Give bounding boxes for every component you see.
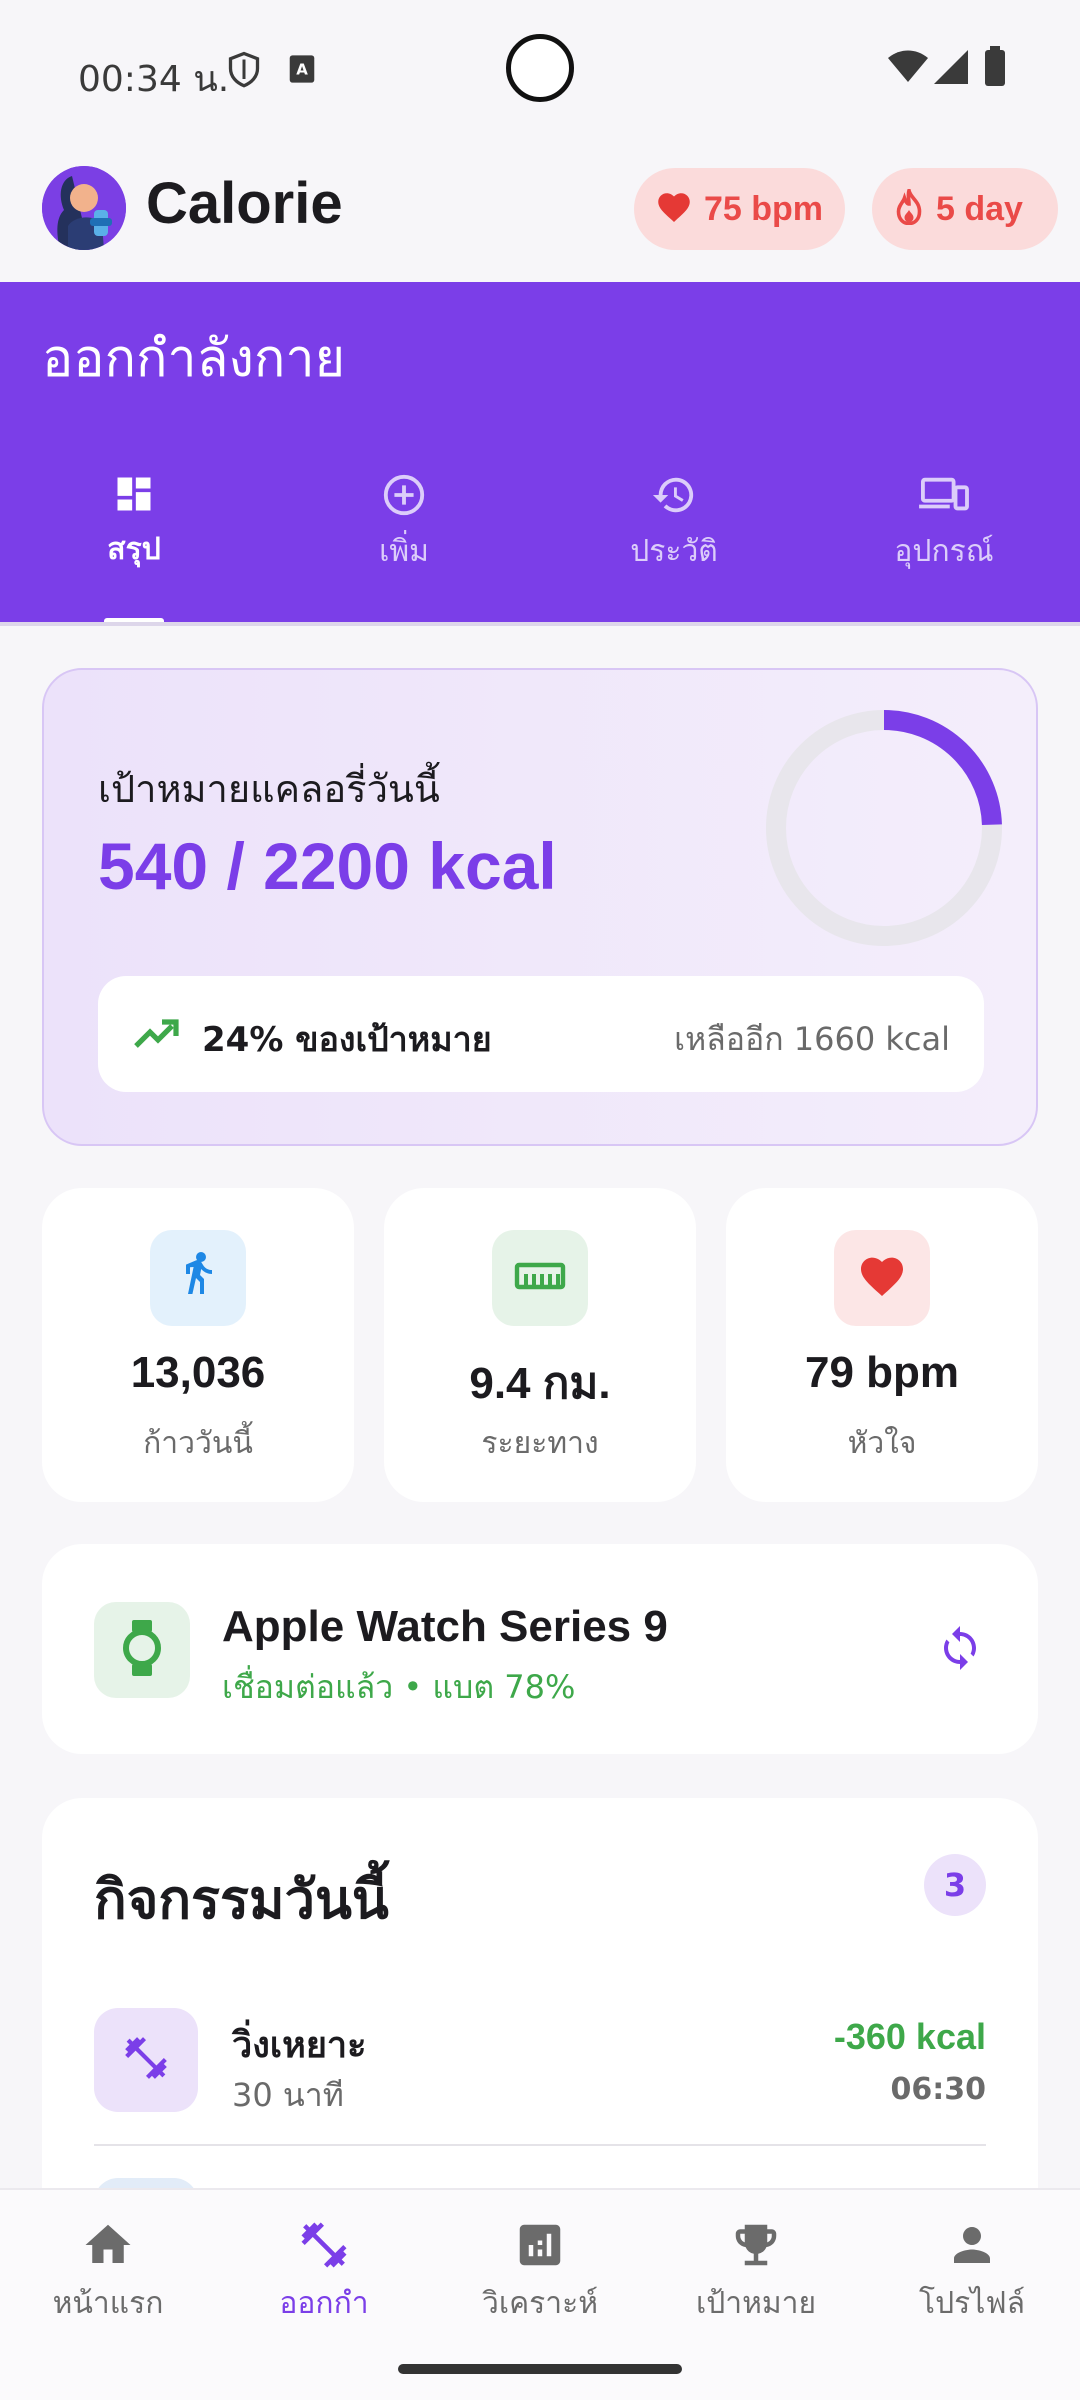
dashboard-icon: [34, 472, 234, 520]
fitness-icon: [216, 2218, 432, 2276]
nav-label: เป้าหมาย: [695, 2286, 817, 2321]
nav-label: วิเคราะห์: [481, 2286, 598, 2321]
stat-caption: ก้าววันนี้: [143, 1426, 253, 1461]
heart-badge: [834, 1230, 930, 1326]
keyboard-a-icon: A: [288, 54, 316, 88]
activity-kcal: -360 kcal: [833, 2016, 986, 2057]
nav-analytics[interactable]: วิเคราะห์: [432, 2218, 648, 2327]
history-icon: [574, 472, 774, 522]
stat-value: 13,036: [130, 1348, 266, 1397]
activity-name: วิ่งเหยาะ: [232, 2025, 367, 2066]
app-logo-avatar: [42, 166, 126, 250]
steps-badge: [150, 1230, 246, 1326]
tab-add[interactable]: เพิ่ม: [304, 472, 504, 575]
tab-history[interactable]: ประวัติ: [574, 472, 774, 575]
streak-value: 5 day: [936, 189, 1023, 228]
trending-up-icon: [132, 1014, 180, 1058]
stat-caption: ระยะทาง: [481, 1426, 599, 1461]
battery-icon: [984, 46, 1006, 90]
dumbbell-icon: [121, 2033, 171, 2087]
goal-progress-ring: [766, 710, 1002, 946]
section-header: ออกกำลังกาย สรุป เพิ่ม ประวัติ อุปกรณ์: [0, 282, 1080, 624]
tab-label: อุปกรณ์: [894, 534, 994, 569]
stat-caption: หัวใจ: [847, 1426, 917, 1461]
fire-icon: [894, 183, 924, 229]
distance-badge: [492, 1230, 588, 1326]
devices-icon: [844, 472, 1044, 522]
camera-cutout: [506, 34, 574, 102]
connected-device-card[interactable]: Apple Watch Series 9 เชื่อมต่อแล้ว • แบต…: [42, 1544, 1038, 1754]
status-bar: 00:34 น. A: [0, 0, 1080, 140]
signal-icon: [934, 50, 968, 88]
app-title: Calorie: [146, 171, 343, 236]
svg-text:A: A: [296, 60, 308, 78]
device-badge: [94, 1602, 190, 1698]
device-name: Apple Watch Series 9: [222, 1602, 668, 1651]
goal-remaining: เหลืออีก 1660 kcal: [674, 1020, 950, 1058]
nav-label: ออกกำ: [279, 2286, 369, 2321]
nav-profile[interactable]: โปรไฟล์: [864, 2218, 1080, 2327]
tab-summary[interactable]: สรุป: [34, 472, 234, 573]
calorie-goal-card[interactable]: เป้าหมายแคลอรี่วันนี้ 540 / 2200 kcal 24…: [42, 668, 1038, 1146]
stat-value: 79 bpm: [804, 1348, 960, 1397]
add-circle-icon: [304, 472, 504, 522]
home-icon: [0, 2218, 216, 2276]
analytics-icon: [432, 2218, 648, 2276]
sync-icon[interactable]: [936, 1624, 984, 1676]
stat-card-steps[interactable]: 13,036 ก้าววันนี้: [42, 1188, 354, 1502]
tab-label: เพิ่ม: [379, 534, 429, 569]
person-icon: [864, 2218, 1080, 2276]
stat-card-heart[interactable]: 79 bpm หัวใจ: [726, 1188, 1038, 1502]
page-title: ออกกำลังกาย: [42, 329, 346, 389]
watch-icon: [122, 1620, 162, 1680]
walk-icon: [174, 1250, 222, 1306]
today-activities-card: กิจกรรมวันนี้ 3 วิ่งเหยาะ 30 นาที -360 k…: [42, 1798, 1038, 2238]
nav-label: หน้าแรก: [52, 2286, 164, 2321]
heart-rate-chip[interactable]: 75 bpm: [634, 168, 846, 250]
home-indicator: [398, 2364, 682, 2374]
nav-exercise[interactable]: ออกกำ: [216, 2218, 432, 2327]
nav-label: โปรไฟล์: [919, 2286, 1025, 2321]
activity-badge: [94, 2008, 198, 2112]
heart-icon: [656, 190, 692, 228]
tab-devices[interactable]: อุปกรณ์: [844, 472, 1044, 575]
tab-label: สรุป: [107, 532, 161, 567]
heart-rate-value: 75 bpm: [704, 189, 824, 228]
app-bar: Calorie 75 bpm 5 day: [0, 140, 1080, 282]
shield-icon: [226, 50, 262, 94]
goal-percent: 24% ของเป้าหมาย: [202, 1020, 492, 1060]
header-divider: [0, 622, 1080, 626]
goal-label: เป้าหมายแคลอรี่วันนี้: [98, 767, 440, 811]
activities-count-badge: 3: [924, 1854, 986, 1916]
activity-duration: 30 นาที: [232, 2076, 344, 2114]
nav-home[interactable]: หน้าแรก: [0, 2218, 216, 2327]
stat-value: 9.4 กม.: [469, 1359, 611, 1408]
streak-chip[interactable]: 5 day: [872, 168, 1058, 250]
tab-label: ประวัติ: [630, 534, 718, 569]
goal-value: 540 / 2200 kcal: [98, 829, 557, 903]
activities-title: กิจกรรมวันนี้: [94, 1868, 389, 1931]
status-time: 00:34 น.: [78, 59, 230, 100]
ruler-icon: [514, 1261, 566, 1295]
heart-icon: [858, 1254, 906, 1302]
nav-goals[interactable]: เป้าหมาย: [648, 2218, 864, 2327]
divider: [94, 2144, 986, 2146]
stat-card-distance[interactable]: 9.4 กม. ระยะทาง: [384, 1188, 696, 1502]
activity-time: 06:30: [890, 2072, 987, 2107]
device-status: เชื่อมต่อแล้ว • แบต 78%: [222, 1668, 576, 1706]
trophy-icon: [648, 2218, 864, 2276]
goal-progress-row: 24% ของเป้าหมาย เหลืออีก 1660 kcal: [98, 976, 984, 1092]
wifi-icon: [888, 50, 928, 88]
